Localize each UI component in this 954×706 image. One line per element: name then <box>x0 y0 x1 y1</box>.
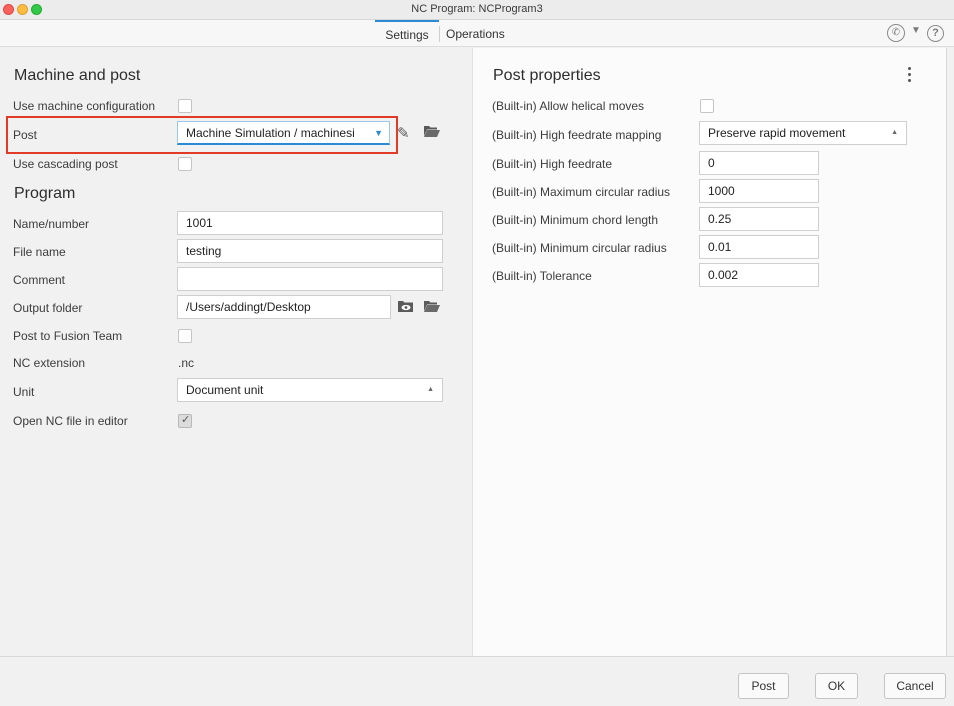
min-circular-radius-label: (Built-in) Minimum circular radius <box>492 241 667 255</box>
title-bar: NC Program: NCProgram3 <box>0 0 954 20</box>
tab-bar: Settings Operations ✆ ▼ ? <box>0 20 954 47</box>
dropdown-arrow-icon: ▲ <box>427 386 434 393</box>
scroll-strip <box>947 48 954 656</box>
min-circular-radius-input[interactable]: 0.01 <box>699 235 819 259</box>
browse-folder-eye-icon[interactable] <box>397 299 414 317</box>
high-feedrate-mapping-value: Preserve rapid movement <box>708 126 846 140</box>
more-options-icon[interactable] <box>908 67 912 85</box>
program-heading: Program <box>14 185 76 202</box>
chevron-down-icon[interactable]: ▼ <box>911 25 921 36</box>
tab-operations[interactable]: Operations <box>446 20 516 47</box>
help-icon[interactable]: ? <box>927 25 944 42</box>
dropdown-arrow-icon: ▼ <box>374 128 383 138</box>
post-button[interactable]: Post <box>738 673 789 699</box>
open-nc-file-checkbox[interactable] <box>178 413 192 428</box>
dialog-footer: Post OK Cancel <box>0 656 954 706</box>
use-cascading-post-label: Use cascading post <box>13 157 118 171</box>
post-properties-heading: Post properties <box>493 67 601 84</box>
file-name-input[interactable]: testing <box>177 239 443 263</box>
nc-extension-value: .nc <box>178 356 195 370</box>
open-folder-icon[interactable] <box>423 124 440 142</box>
use-machine-config-checkbox[interactable] <box>178 99 192 113</box>
edit-pencil-icon[interactable]: ✎ <box>397 124 410 142</box>
file-name-label: File name <box>13 245 66 259</box>
unit-label: Unit <box>13 385 35 399</box>
tab-divider <box>439 26 440 42</box>
unit-dropdown[interactable]: Document unit ▲ <box>177 378 443 402</box>
open-output-folder-icon[interactable] <box>423 299 440 317</box>
ok-button[interactable]: OK <box>815 673 858 699</box>
high-feedrate-mapping-label: (Built-in) High feedrate mapping <box>492 128 662 142</box>
support-phone-icon[interactable]: ✆ <box>887 24 905 42</box>
unit-dropdown-value: Document unit <box>186 383 264 397</box>
min-chord-length-input[interactable]: 0.25 <box>699 207 819 231</box>
tolerance-label: (Built-in) Tolerance <box>492 269 592 283</box>
high-feedrate-label: (Built-in) High feedrate <box>492 157 613 171</box>
max-circular-radius-input[interactable]: 1000 <box>699 179 819 203</box>
tab-settings[interactable]: Settings <box>375 20 439 47</box>
max-circular-radius-label: (Built-in) Maximum circular radius <box>492 185 671 199</box>
min-chord-length-label: (Built-in) Minimum chord length <box>492 213 659 227</box>
use-cascading-post-checkbox[interactable] <box>178 157 192 171</box>
output-folder-input[interactable]: /Users/addingt/Desktop <box>177 295 391 319</box>
post-label: Post <box>13 128 38 142</box>
comment-label: Comment <box>13 273 66 287</box>
cancel-button[interactable]: Cancel <box>884 673 946 699</box>
nc-extension-label: NC extension <box>13 356 86 370</box>
open-nc-file-label: Open NC file in editor <box>13 414 128 428</box>
post-dropdown-value: Machine Simulation / machinesi <box>186 126 355 140</box>
name-number-input[interactable]: 1001 <box>177 211 443 235</box>
high-feedrate-mapping-dropdown[interactable]: Preserve rapid movement ▲ <box>699 121 907 145</box>
allow-helical-label: (Built-in) Allow helical moves <box>492 99 645 113</box>
output-folder-label: Output folder <box>13 301 83 315</box>
use-machine-config-label: Use machine configuration <box>13 99 156 113</box>
name-number-label: Name/number <box>13 217 90 231</box>
dropdown-arrow-icon: ▲ <box>891 129 898 136</box>
post-dropdown[interactable]: Machine Simulation / machinesi ▼ <box>177 121 390 145</box>
allow-helical-checkbox[interactable] <box>700 99 714 113</box>
window-title: NC Program: NCProgram3 <box>411 3 543 15</box>
comment-input[interactable] <box>177 267 443 291</box>
post-to-fusion-team-label: Post to Fusion Team <box>13 329 123 343</box>
high-feedrate-input[interactable]: 0 <box>699 151 819 175</box>
machine-and-post-heading: Machine and post <box>14 67 141 84</box>
post-to-fusion-team-checkbox[interactable] <box>178 329 192 343</box>
tolerance-input[interactable]: 0.002 <box>699 263 819 287</box>
